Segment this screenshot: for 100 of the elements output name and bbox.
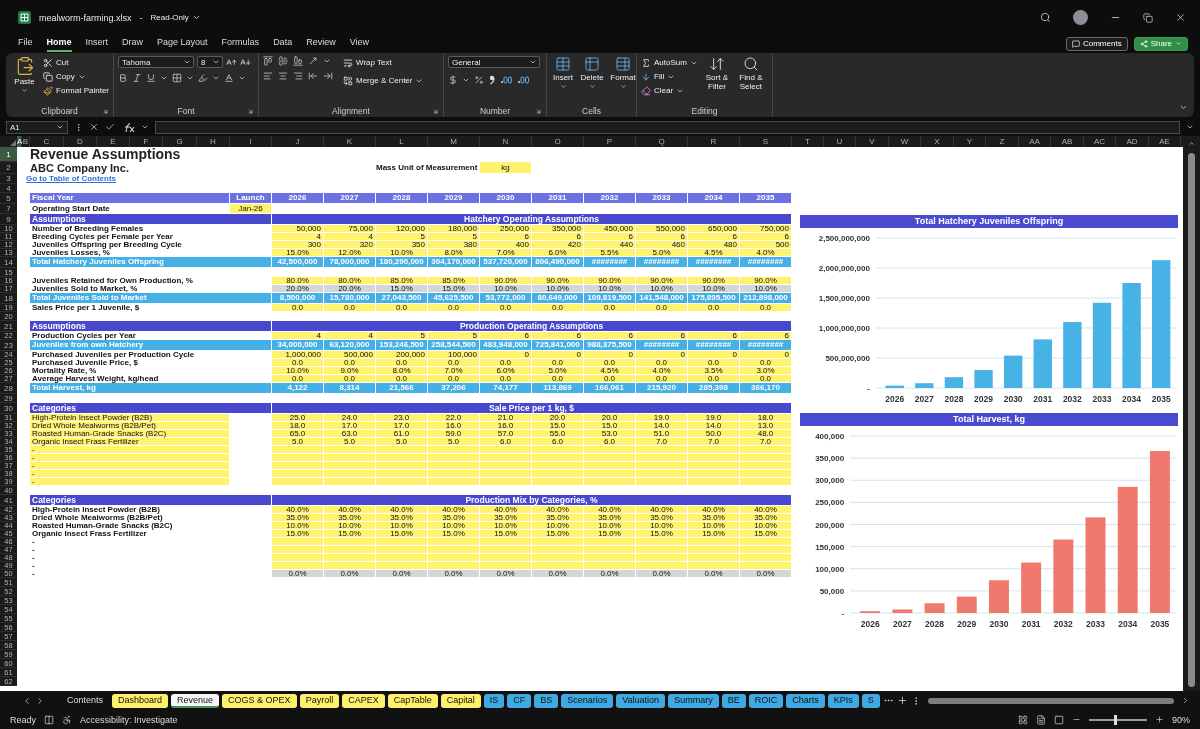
decrease-font-icon[interactable] [240,56,251,68]
scroll-right-icon[interactable] [1181,696,1190,705]
comments-button[interactable]: Comments [1065,36,1128,51]
row-number[interactable]: 2 [0,162,17,174]
sheet-tab[interactable]: Valuation [616,693,666,708]
row-number[interactable]: 1 [0,147,17,162]
avatar[interactable] [1073,10,1088,25]
sheet-tab[interactable]: ROIC [748,693,784,708]
slider-thumb[interactable] [1114,714,1118,725]
scroll-up-icon[interactable] [1188,140,1195,147]
caret-icon[interactable] [238,74,246,82]
fill-color-icon[interactable] [198,73,208,83]
menu-tab[interactable]: Draw [122,35,144,52]
sheet-tab[interactable]: Summary [668,693,719,708]
autosum-button[interactable]: AutoSum [641,56,687,69]
cancel-icon[interactable] [89,122,99,132]
menu-tab[interactable]: Review [306,35,336,52]
menu-tab[interactable]: View [349,35,369,52]
caret-icon[interactable] [1186,123,1194,131]
increase-decimal-icon[interactable] [500,74,513,85]
table-of-contents-link[interactable]: Go to Table of Contents [26,174,117,184]
sheet-tab[interactable]: CF [507,693,532,708]
row-number[interactable]: 21 [0,321,17,332]
horizontal-scrollbar[interactable] [927,697,1174,704]
align-center-icon[interactable] [278,71,288,81]
menu-tab[interactable]: Insert [85,35,109,52]
sheet-tab[interactable]: COGS & OPEX [222,693,297,708]
dialog-launcher-icon[interactable] [102,107,109,115]
normal-view-icon[interactable] [1018,714,1028,725]
dialog-launcher-icon[interactable] [247,107,254,115]
enter-icon[interactable] [105,122,115,132]
row-number[interactable]: 5 [0,193,17,204]
menu-tab[interactable]: Data [273,35,293,52]
sheet-tab[interactable]: S [861,693,880,708]
close-icon[interactable] [1175,12,1186,23]
decrease-indent-icon[interactable] [308,71,318,81]
menu-tab[interactable]: Formulas [221,35,260,52]
row-number[interactable]: 7 [0,204,17,214]
collapse-ribbon-icon[interactable] [1179,103,1188,112]
sort-filter-button[interactable]: Sort & Filter [701,56,732,91]
row-number[interactable]: 28 [0,383,17,394]
bold-icon[interactable] [118,73,128,83]
italic-icon[interactable] [132,73,142,83]
wrap-text-button[interactable]: Wrap Text [343,56,424,69]
number-format-select[interactable]: General [448,56,540,68]
increase-indent-icon[interactable] [323,71,333,81]
caret-icon[interactable] [323,57,331,65]
increase-font-icon[interactable] [226,56,237,68]
row-number[interactable]: 41 [0,495,17,506]
row-number[interactable]: 30 [0,403,17,414]
previous-sheet-icon[interactable] [22,695,32,706]
page-break-icon[interactable] [1054,714,1064,725]
orientation-icon[interactable] [308,56,318,66]
underline-icon[interactable] [146,73,156,83]
insert-button[interactable]: Insert [551,56,575,90]
sheet-tab[interactable]: CAPEX [342,693,385,708]
align-right-icon[interactable] [293,71,303,81]
accessibility-status[interactable]: Accessibility: Investigate [80,714,178,725]
percent-icon[interactable] [474,74,484,85]
align-top-icon[interactable] [263,56,273,66]
delete-button[interactable]: Delete [579,56,605,90]
share-button[interactable]: Share [1133,36,1188,51]
font-color-icon[interactable] [224,73,234,83]
sheet-tab[interactable]: CapTable [387,693,438,708]
fill-button[interactable]: Fill [641,70,665,83]
font-size-select[interactable]: 8 [197,56,223,68]
font-select[interactable]: Tahoma [118,56,194,68]
sheet-tab[interactable]: IS [483,693,505,708]
caret-icon[interactable] [141,123,149,131]
add-sheet-icon[interactable] [896,695,908,706]
row-number[interactable]: 23 [0,340,17,351]
sheet-tab[interactable]: Capital [440,693,481,708]
copy-button[interactable]: Copy [43,70,75,83]
paste-button[interactable]: Paste [10,56,40,94]
sheet-tab[interactable]: Scenarios [561,693,614,708]
find-select-button[interactable]: Find & Select [735,56,766,91]
read-only-menu[interactable]: Read-Only [150,11,201,24]
format-button[interactable]: Format [609,56,637,90]
sheet-tab[interactable]: Contents [61,693,110,708]
cut-button[interactable]: Cut [43,56,109,69]
zoom-in-icon[interactable] [1155,715,1164,724]
clear-button[interactable]: Clear [641,84,674,97]
page-layout-icon[interactable] [1036,714,1046,725]
sheet-tab[interactable]: BS [534,693,559,708]
name-box[interactable]: A1 [6,120,68,134]
row-number[interactable]: 14 [0,257,17,268]
sheet-tab[interactable]: Payroll [299,693,340,708]
dialog-launcher-icon[interactable] [535,107,542,115]
format-painter-button[interactable]: Format Painter [43,84,109,97]
formula-input[interactable] [155,120,1180,134]
decrease-decimal-icon[interactable] [517,74,530,85]
next-sheet-icon[interactable] [35,695,45,706]
menu-tab[interactable]: Page Layout [157,35,208,52]
menu-tab[interactable]: File [18,35,33,52]
merge-center-button[interactable]: Merge & Center [343,74,413,87]
row-number[interactable]: 18 [0,293,17,304]
align-middle-icon[interactable] [278,56,288,66]
align-left-icon[interactable] [263,71,273,81]
dialog-launcher-icon[interactable] [432,107,439,115]
sheet-tab[interactable]: Dashboard [112,693,169,708]
